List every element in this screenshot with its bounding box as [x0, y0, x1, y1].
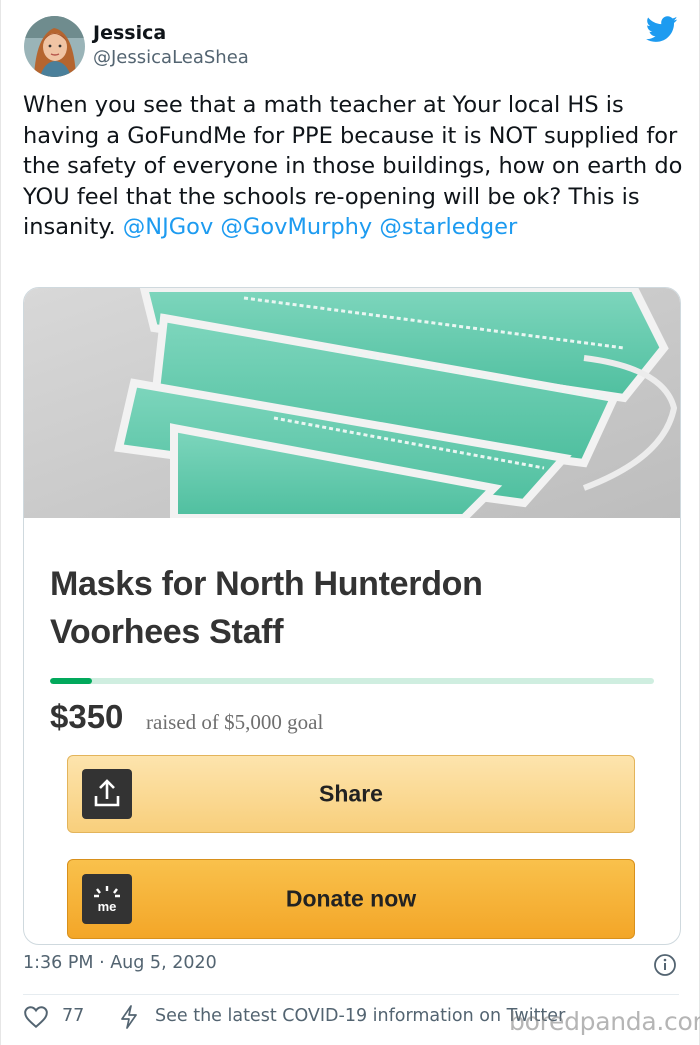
author-avatar[interactable] — [24, 16, 85, 77]
watermark: boredpanda.com — [509, 1007, 700, 1036]
masks-photo — [24, 288, 680, 518]
tweet-embed: Jessica @JessicaLeaShea When you see tha… — [0, 0, 700, 1045]
raised-amount: $350 — [50, 698, 124, 735]
covid-info-link[interactable]: See the latest COVID-19 information on T… — [155, 1006, 565, 1026]
tweet-text: When you see that a math teacher at Your… — [23, 90, 683, 243]
heart-icon[interactable] — [23, 1005, 49, 1029]
author-handle[interactable]: @JessicaLeaShea — [93, 47, 249, 68]
donate-button-label: Donate now — [285, 885, 417, 912]
gofundme-card[interactable]: Masks for North Hunterdon Voorhees Staff… — [23, 287, 681, 945]
profile-photo — [24, 16, 85, 77]
tweet-timestamp[interactable]: 1:36 PM · Aug 5, 2020 — [23, 953, 217, 973]
mention-link[interactable]: @starledger — [379, 214, 517, 240]
donate-now-button[interactable]: me Donate now — [67, 859, 635, 939]
lightning-bolt-icon — [121, 1005, 137, 1029]
like-count: 77 — [62, 1006, 85, 1026]
author-name[interactable]: Jessica — [93, 22, 166, 44]
share-button-label: Share — [319, 780, 383, 807]
mention-link[interactable]: @NJGov — [123, 214, 213, 240]
progress-bar — [50, 678, 654, 684]
progress-fill — [50, 678, 93, 684]
info-icon[interactable] — [653, 953, 677, 977]
mention-link[interactable]: @GovMurphy — [220, 214, 372, 240]
divider — [23, 994, 679, 995]
raised-goal-text: raised of $5,000 goal — [146, 710, 324, 734]
twitter-bird-icon[interactable] — [646, 16, 678, 43]
share-button[interactable]: Share — [67, 755, 635, 833]
campaign-title[interactable]: Masks for North Hunterdon Voorhees Staff — [50, 560, 610, 656]
